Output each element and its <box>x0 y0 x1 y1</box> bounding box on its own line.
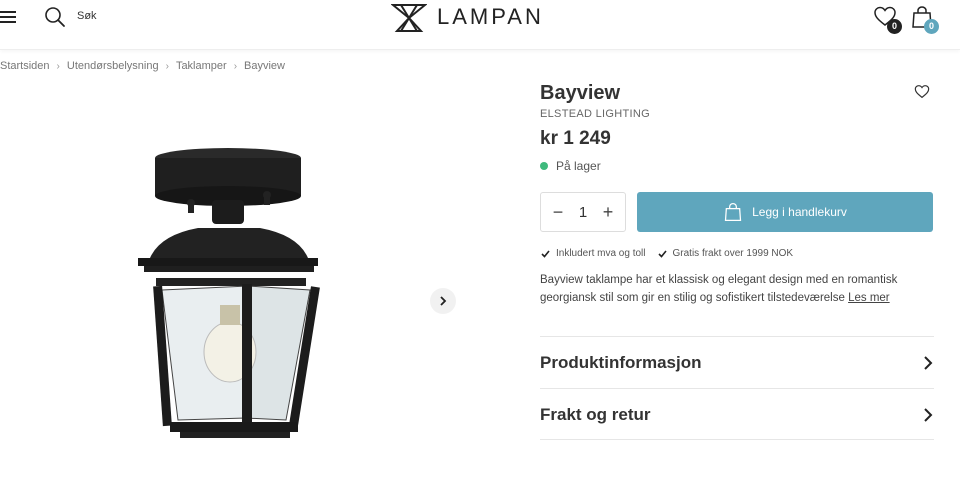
usp-label: Gratis frakt over 1999 NOK <box>672 248 794 259</box>
product-image[interactable] <box>100 140 350 450</box>
product-title: Bayview <box>540 82 621 104</box>
breadcrumb-current[interactable]: Bayview <box>244 60 285 72</box>
usp-item: Inkludert mva og toll <box>541 248 646 259</box>
product-price: kr 1 249 <box>540 128 611 149</box>
decrease-quantity-button[interactable]: − <box>551 202 565 223</box>
add-to-cart-label: Legg i handlekurv <box>752 205 847 219</box>
search-label[interactable]: Søk <box>77 10 97 22</box>
chevron-right-icon: › <box>165 60 169 72</box>
stock-status: På lager <box>540 159 934 173</box>
chevron-right-icon <box>924 355 933 370</box>
accordion-label: Frakt og retur <box>540 404 651 424</box>
stock-label: På lager <box>556 159 601 173</box>
checkmark-icon <box>541 249 550 258</box>
next-image-button[interactable] <box>430 288 456 314</box>
breadcrumb-outdoor-lighting[interactable]: Utendørsbelysning <box>67 60 159 72</box>
usp-item: Gratis frakt over 1999 NOK <box>657 248 794 259</box>
quantity-stepper: − + <box>540 192 626 232</box>
site-header: Søk LAMPAN 0 0 <box>0 0 960 50</box>
chevron-right-icon <box>440 296 447 306</box>
quantity-input[interactable] <box>573 203 593 221</box>
breadcrumb-ceiling-lamps[interactable]: Taklamper <box>176 60 227 72</box>
breadcrumb: Startsiden › Utendørsbelysning › Taklamp… <box>0 60 285 72</box>
search-icon[interactable] <box>44 6 66 28</box>
accordion-product-info[interactable]: Produktinformasjon <box>540 336 934 388</box>
add-to-cart-button[interactable]: Legg i handlekurv <box>637 192 933 232</box>
accordion-label: Produktinformasjon <box>540 352 702 372</box>
chevron-right-icon: › <box>233 60 238 72</box>
wishlist-count-badge: 0 <box>887 19 902 34</box>
heart-icon <box>914 85 930 99</box>
usp-list: Inkludert mva og toll Gratis frakt over … <box>541 248 805 259</box>
logo-text: LAMPAN <box>437 4 544 29</box>
read-more-link[interactable]: Les mer <box>848 292 890 304</box>
wishlist-button[interactable]: 0 <box>873 5 902 34</box>
logo-mark-icon <box>391 4 427 32</box>
accordion-shipping-returns[interactable]: Frakt og retur <box>540 388 934 440</box>
usp-label: Inkludert mva og toll <box>556 248 646 259</box>
chevron-right-icon <box>924 407 933 422</box>
product-brand[interactable]: ELSTEAD LIGHTING <box>540 108 934 120</box>
breadcrumb-home[interactable]: Startsiden <box>0 60 50 72</box>
divider <box>540 439 934 440</box>
bag-icon <box>724 203 742 221</box>
cart-button[interactable]: 0 <box>910 5 939 34</box>
product-description: Bayview taklampe har et klassisk og eleg… <box>540 271 934 307</box>
checkmark-icon <box>657 249 667 258</box>
menu-icon[interactable] <box>0 9 18 25</box>
product-info: Bayview ELSTEAD LIGHTING kr 1 249 På lag… <box>540 82 934 173</box>
increase-quantity-button[interactable]: + <box>601 202 615 223</box>
stock-indicator-icon <box>540 162 548 170</box>
cart-count-badge: 0 <box>924 19 939 34</box>
add-to-wishlist-button[interactable] <box>914 84 930 100</box>
chevron-right-icon: › <box>56 60 60 72</box>
site-logo[interactable]: LAMPAN <box>391 2 544 32</box>
description-text: Bayview taklampe har et klassisk og eleg… <box>540 274 898 304</box>
